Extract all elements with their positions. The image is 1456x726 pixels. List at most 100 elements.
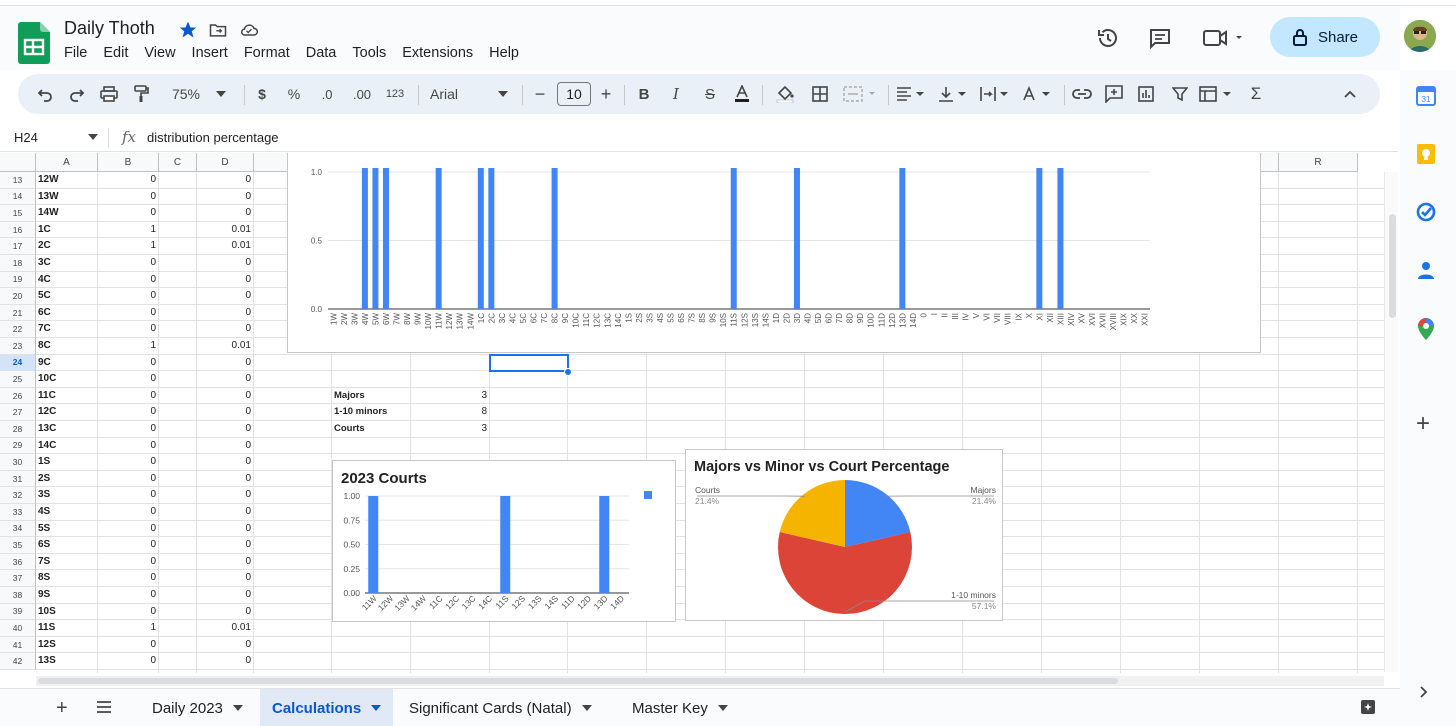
column-header-a[interactable]: A (36, 153, 98, 172)
cell-count[interactable]: 0 (98, 288, 156, 305)
menu-view[interactable]: View (144, 45, 183, 61)
row-header[interactable]: 31 (0, 470, 36, 488)
row-header[interactable]: 25 (0, 371, 36, 388)
sheets-logo-icon[interactable] (18, 22, 50, 69)
row-header[interactable]: 17 (0, 238, 36, 255)
cell-label[interactable]: 4C (38, 272, 96, 289)
spreadsheet-grid[interactable]: ABCDEFGHIJKLMNOPQR1312W001413W001514W001… (0, 153, 1384, 673)
cell-label[interactable]: 14W (38, 205, 96, 222)
row-header[interactable]: 41 (0, 636, 36, 654)
all-sheets-icon[interactable] (96, 701, 112, 713)
cell-label[interactable]: 13W (38, 189, 96, 206)
cell-count[interactable]: 0 (98, 255, 156, 272)
fill-color-icon[interactable] (774, 74, 796, 114)
cell-percentage[interactable]: 0 (197, 570, 251, 587)
move-folder-icon[interactable] (208, 20, 228, 40)
horizontal-scrollbar[interactable] (36, 676, 1384, 686)
print-icon[interactable] (98, 74, 120, 114)
cell-percentage[interactable]: 0 (197, 471, 251, 488)
cell-count[interactable]: 0 (98, 272, 156, 289)
row-header[interactable]: 40 (0, 620, 36, 637)
cell-percentage[interactable]: 0 (197, 487, 251, 504)
cell-percentage[interactable]: 0 (197, 604, 251, 621)
cell-percentage[interactable]: 0 (197, 521, 251, 538)
cell-label[interactable]: 3S (38, 487, 96, 504)
row-header[interactable]: 35 (0, 537, 36, 554)
filter-views-icon[interactable] (1198, 74, 1234, 114)
cell-count[interactable]: 0 (98, 487, 156, 504)
cell-count[interactable]: 0 (98, 454, 156, 471)
formula-input[interactable]: distribution percentage (147, 130, 279, 145)
distribution-chart[interactable]: 0.0 0.5 1.0 1W 2W 3W 4W 5W 6W 7W 8W 9W 10W 11W 12W 13W 1… (287, 153, 1261, 353)
row-header[interactable]: 21 (0, 304, 36, 322)
pie-chart[interactable]: Majors vs Minor vs Court Percentage Major… (685, 449, 1003, 621)
fill-handle[interactable] (564, 368, 572, 377)
cell-count[interactable]: 0 (98, 205, 156, 222)
currency-format-button[interactable]: $ (254, 74, 270, 114)
star-icon[interactable] (178, 20, 198, 40)
text-wrapping-icon[interactable] (978, 74, 1012, 114)
filter-icon[interactable] (1170, 74, 1190, 114)
summary-label[interactable]: Majors (334, 388, 410, 405)
cell-percentage[interactable]: 0 (197, 388, 251, 405)
borders-icon[interactable] (810, 74, 830, 114)
cell-percentage[interactable]: 0 (197, 421, 251, 438)
expand-panel-icon[interactable] (1420, 686, 1428, 698)
cell-count[interactable]: 0 (98, 404, 156, 421)
add-sheet-icon[interactable]: + (56, 697, 68, 720)
strikethrough-icon[interactable]: S (700, 74, 720, 114)
horizontal-align-icon[interactable] (894, 74, 928, 114)
cell-percentage[interactable]: 0 (197, 288, 251, 305)
row-header[interactable]: 22 (0, 321, 36, 338)
menu-file[interactable]: File (64, 45, 95, 61)
merge-cells-icon[interactable] (842, 74, 878, 114)
row-header[interactable]: 13 (0, 172, 36, 189)
vertical-scrollbar[interactable] (1384, 172, 1398, 672)
cell-count[interactable]: 1 (98, 222, 156, 239)
cell-count[interactable]: 1 (98, 338, 156, 355)
cell-label[interactable]: 6C (38, 305, 96, 322)
courts-chart[interactable]: 2023 Courts 0.00 0.25 0.50 0.75 1.00 11W 12W 13W… (332, 460, 676, 622)
version-history-icon[interactable] (1096, 26, 1120, 50)
cell-label[interactable]: 13S (38, 653, 96, 670)
cell-count[interactable]: 0 (98, 570, 156, 587)
row-header[interactable]: 42 (0, 653, 36, 670)
cell-percentage[interactable]: 0 (197, 255, 251, 272)
increase-decimal-button[interactable]: .00 (348, 74, 376, 114)
cell-count[interactable]: 0 (98, 355, 156, 372)
decrease-font-size-icon[interactable]: − (532, 74, 548, 114)
cell-label[interactable]: 5S (38, 521, 96, 538)
row-header[interactable]: 20 (0, 288, 36, 305)
italic-icon[interactable]: I (668, 74, 684, 114)
cell-label[interactable]: 10C (38, 371, 96, 388)
maps-icon[interactable] (1417, 318, 1435, 340)
text-color-icon[interactable] (732, 74, 752, 114)
cell-percentage[interactable]: 0 (197, 321, 251, 338)
account-avatar[interactable] (1404, 20, 1436, 52)
summary-label[interactable]: 1-10 minors (334, 404, 410, 421)
explore-icon[interactable] (1360, 699, 1376, 715)
share-button[interactable]: Share (1270, 17, 1380, 57)
sheet-tab-daily-2023[interactable]: Daily 2023 (140, 689, 255, 726)
redo-icon[interactable] (66, 74, 88, 114)
cell-count[interactable]: 0 (98, 604, 156, 621)
row-header[interactable]: 29 (0, 437, 36, 455)
sheet-tab-significant-cards[interactable]: Significant Cards (Natal) (397, 689, 604, 726)
row-header[interactable]: 14 (0, 188, 36, 206)
cell-percentage[interactable]: 0 (197, 454, 251, 471)
horizontal-scroll-thumb[interactable] (38, 678, 1118, 684)
cell-count[interactable]: 1 (98, 620, 156, 637)
row-header[interactable]: 16 (0, 221, 36, 239)
cell-count[interactable]: 0 (98, 321, 156, 338)
cell-percentage[interactable]: 0 (197, 587, 251, 604)
text-rotation-icon[interactable] (1020, 74, 1054, 114)
row-header[interactable]: 32 (0, 487, 36, 504)
cell-label[interactable]: 12S (38, 637, 96, 654)
selected-cell-h24[interactable] (489, 353, 569, 373)
cell-label[interactable]: 1S (38, 454, 96, 471)
sheet-tab-calculations[interactable]: Calculations (260, 689, 394, 726)
cell-label[interactable]: 6S (38, 537, 96, 554)
cell-label[interactable]: 2C (38, 238, 96, 255)
tasks-icon[interactable] (1416, 202, 1436, 222)
row-header[interactable]: 19 (0, 271, 36, 289)
